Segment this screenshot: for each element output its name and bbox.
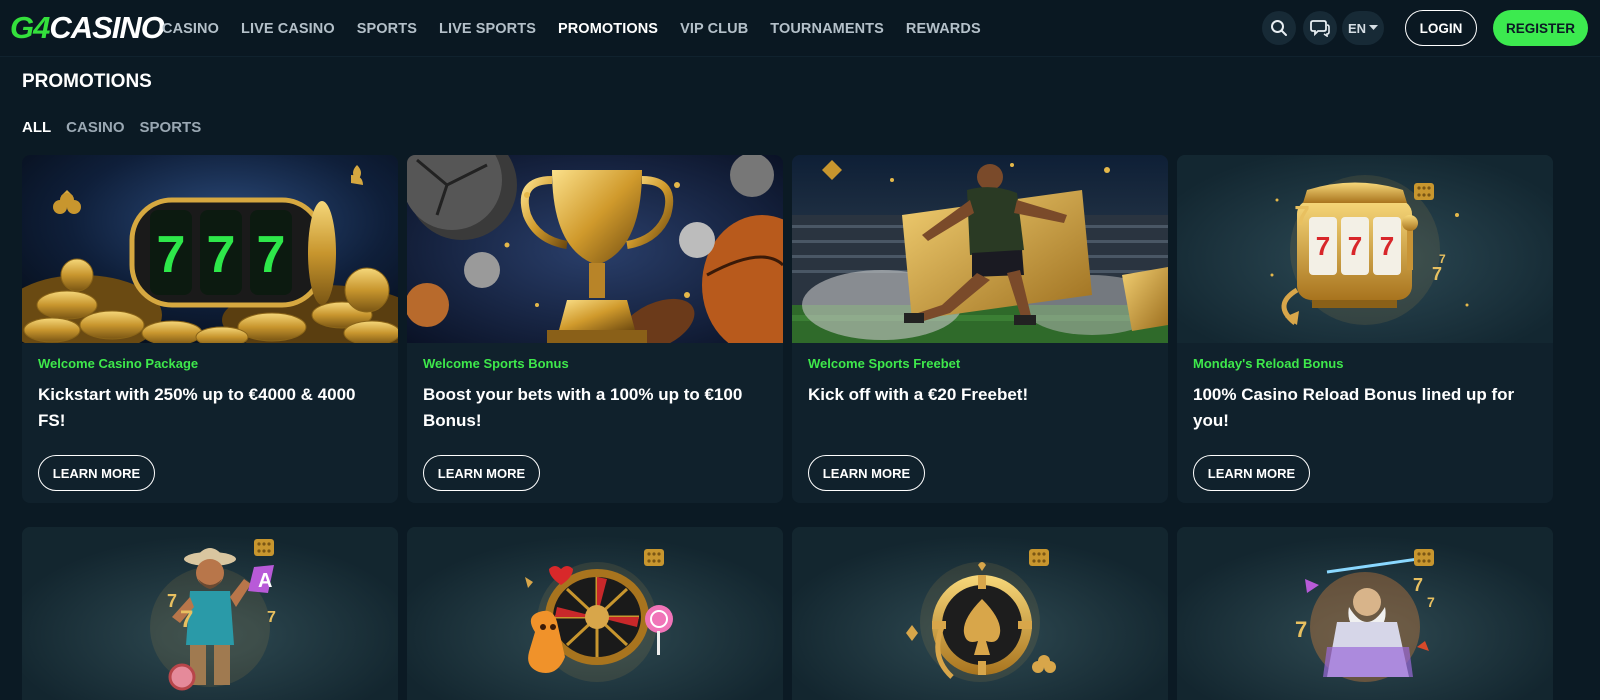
site-logo[interactable]: G4 CASINO [10, 10, 165, 45]
login-button[interactable]: LOGIN [1405, 10, 1477, 46]
nav-item-casino[interactable]: CASINO [162, 21, 219, 37]
learn-more-button[interactable]: LEARN MORE [808, 455, 925, 491]
promo-category: Welcome Sports Freebet [808, 356, 961, 371]
search-icon [1271, 20, 1287, 36]
nav-item-promotions[interactable]: PROMOTIONS [558, 21, 658, 37]
promo-card[interactable] [407, 527, 783, 700]
svg-text:7: 7 [1316, 231, 1330, 261]
nav-item-live-sports[interactable]: LIVE SPORTS [439, 21, 536, 37]
promo-card[interactable]: A 7 7 7 [22, 527, 398, 700]
promo-image-zeus: 7 7 7 [1177, 527, 1553, 700]
promo-title: Kickstart with 250% up to €4000 & 4000 F… [38, 385, 356, 430]
top-header: G4 CASINO CASINO LIVE CASINO SPORTS LIVE … [0, 0, 1600, 57]
learn-more-button[interactable]: LEARN MORE [1193, 455, 1310, 491]
chevron-down-icon [1369, 25, 1379, 30]
promo-card[interactable] [792, 527, 1168, 700]
svg-text:7: 7 [1439, 252, 1446, 266]
main-nav: CASINO LIVE CASINO SPORTS LIVE SPORTS PR… [162, 0, 1003, 57]
chat-icon [1310, 20, 1330, 37]
logo-casino: CASINO [49, 10, 165, 45]
promo-image-trophy [407, 155, 783, 343]
svg-text:A: A [258, 570, 272, 592]
nav-item-live-casino[interactable]: LIVE CASINO [241, 21, 335, 37]
svg-text:7: 7 [1295, 617, 1307, 642]
language-label: EN [1347, 20, 1367, 36]
svg-text:7: 7 [1380, 231, 1394, 261]
promo-title: Kick off with a €20 Freebet! [808, 385, 1029, 404]
filter-tab-all[interactable]: ALL [22, 119, 51, 136]
register-button[interactable]: REGISTER [1493, 10, 1588, 46]
svg-text:7: 7 [1432, 264, 1442, 284]
promo-category: Welcome Sports Bonus [423, 356, 569, 371]
promo-title: 100% Casino Reload Bonus lined up for yo… [1193, 385, 1515, 430]
promo-card[interactable]: 777 7 7 7 Monday's Reload Bonus 100% Cas… [1177, 155, 1553, 503]
svg-text:7: 7 [1294, 200, 1310, 231]
nav-item-rewards[interactable]: REWARDS [906, 21, 981, 37]
promo-image-poker-chip [792, 527, 1168, 700]
logo-g4: G4 [10, 10, 50, 45]
nav-item-vip-club[interactable]: VIP CLUB [680, 21, 748, 37]
promo-category: Welcome Casino Package [38, 356, 199, 371]
learn-more-button[interactable]: LEARN MORE [38, 455, 155, 491]
svg-text:7: 7 [1348, 231, 1362, 261]
promo-card[interactable]: 7 7 7 [1177, 527, 1553, 700]
svg-text:7: 7 [267, 609, 276, 626]
svg-text:7: 7 [257, 226, 286, 284]
promo-card[interactable]: Welcome Sports Freebet Kick off with a €… [792, 155, 1168, 503]
promo-filter-tabs: ALL CASINO SPORTS [22, 119, 216, 136]
promo-card[interactable]: 777 Welcome Casino Package Kickstart wit… [22, 155, 398, 503]
promo-image-football-player [792, 155, 1168, 343]
language-selector[interactable]: EN [1342, 11, 1384, 45]
promo-image-cowboy: A 7 7 7 [22, 527, 398, 700]
promo-image-roulette [407, 527, 783, 700]
promo-card[interactable]: Welcome Sports Bonus Boost your bets wit… [407, 155, 783, 503]
search-button[interactable] [1262, 11, 1296, 45]
promo-category: Monday's Reload Bonus [1193, 356, 1344, 371]
svg-text:7: 7 [1427, 594, 1435, 610]
chat-button[interactable] [1303, 11, 1337, 45]
promo-image-slot-777: 777 [22, 155, 398, 343]
svg-text:7: 7 [167, 591, 177, 611]
promo-title: Boost your bets with a 100% up to €100 B… [423, 385, 743, 430]
page-title: PROMOTIONS [22, 71, 152, 92]
filter-tab-casino[interactable]: CASINO [66, 119, 124, 136]
svg-text:7: 7 [157, 226, 186, 284]
promo-image-slot-machine: 777 7 7 7 [1177, 155, 1553, 343]
nav-item-tournaments[interactable]: TOURNAMENTS [770, 21, 884, 37]
learn-more-button[interactable]: LEARN MORE [423, 455, 540, 491]
svg-text:7: 7 [180, 606, 193, 633]
svg-text:7: 7 [207, 226, 236, 284]
filter-tab-sports[interactable]: SPORTS [140, 119, 202, 136]
svg-text:7: 7 [1413, 575, 1423, 595]
nav-item-sports[interactable]: SPORTS [357, 21, 417, 37]
